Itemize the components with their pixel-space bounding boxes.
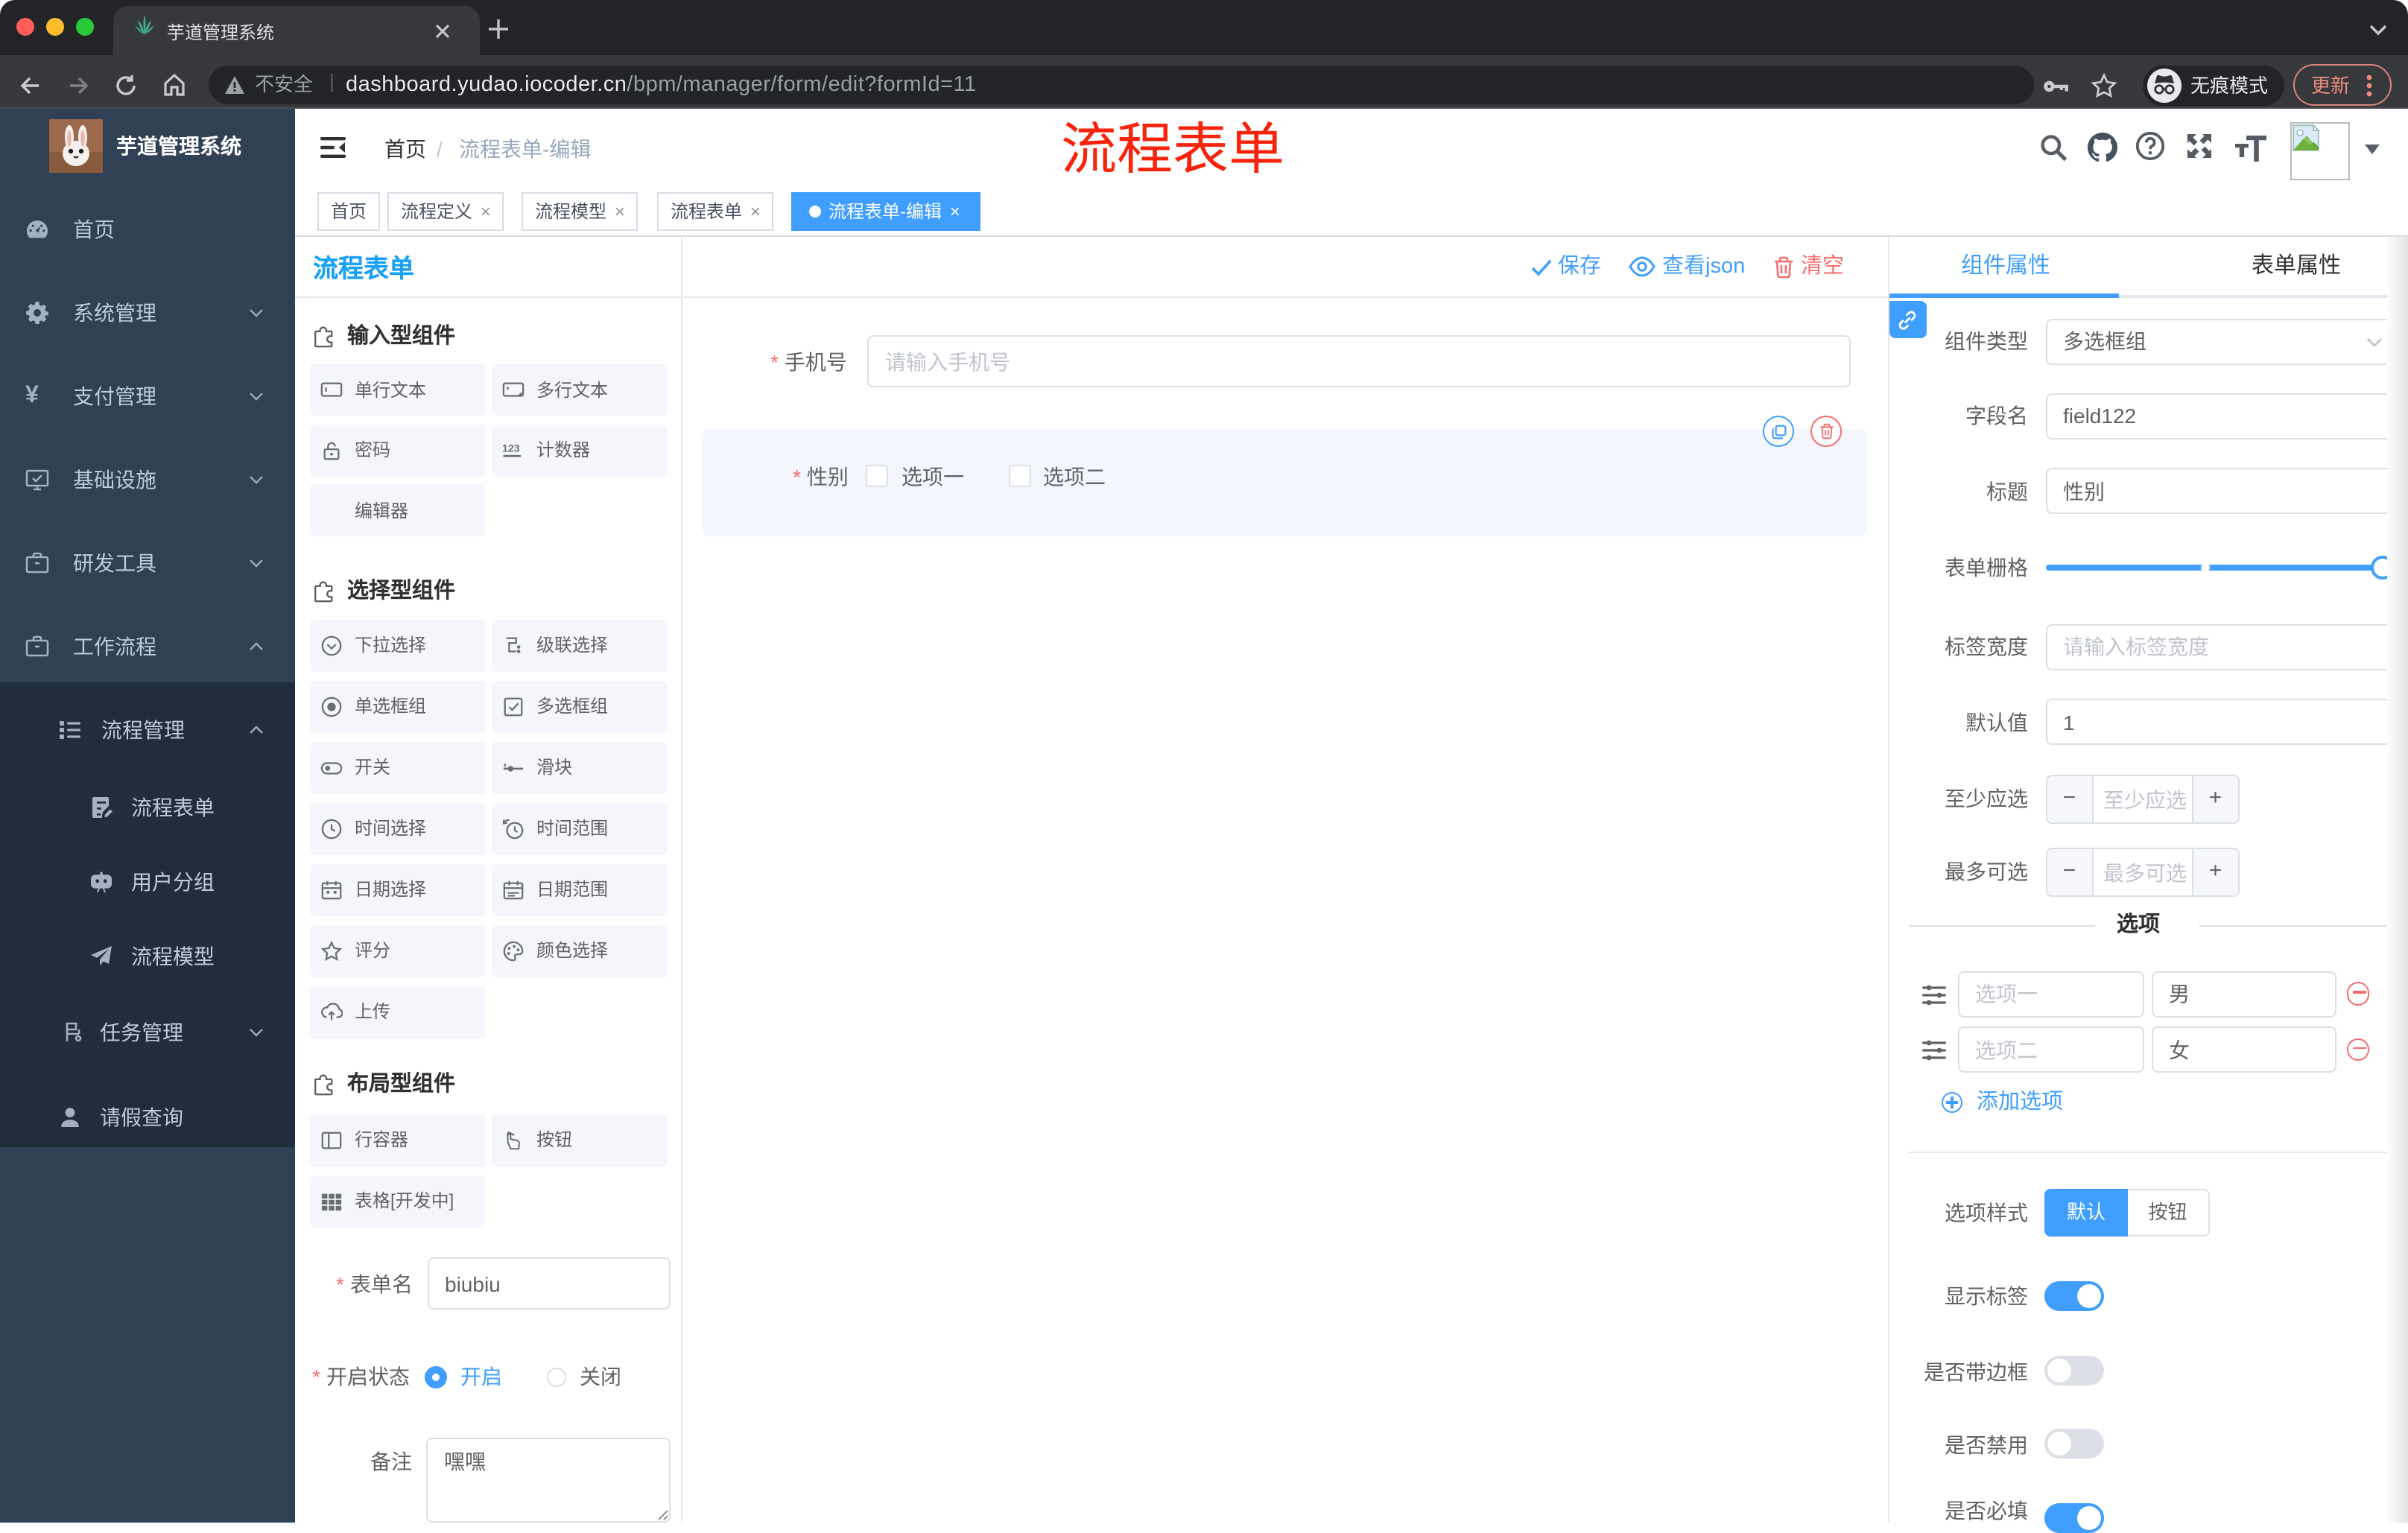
svg-text:123: 123 — [502, 442, 520, 454]
